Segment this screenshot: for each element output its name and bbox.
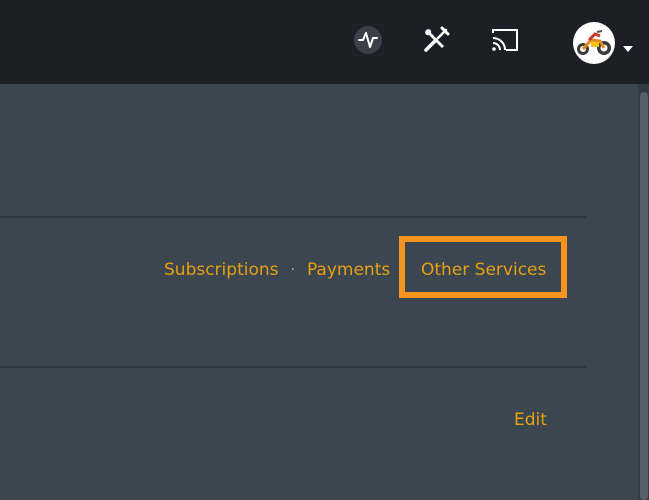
- cast-icon: [490, 27, 520, 57]
- highlight-box: [399, 236, 567, 298]
- section-divider: [0, 216, 587, 218]
- account-nav: Subscriptions · Payments: [164, 258, 390, 282]
- avatar: [573, 22, 615, 64]
- settings-tools-button[interactable]: [420, 26, 452, 58]
- edit-link[interactable]: Edit: [514, 408, 547, 432]
- user-menu[interactable]: [573, 22, 637, 64]
- scrollbar-thumb[interactable]: [640, 92, 648, 500]
- chevron-down-icon: [623, 38, 633, 57]
- nav-separator: ·: [290, 262, 295, 278]
- section-divider: [0, 366, 587, 368]
- payments-link[interactable]: Payments: [307, 260, 390, 280]
- activity-button[interactable]: [352, 26, 384, 58]
- top-bar: [0, 0, 649, 84]
- cast-button[interactable]: [489, 26, 521, 58]
- tools-icon: [422, 26, 450, 58]
- activity-icon: [353, 25, 383, 59]
- subscriptions-link[interactable]: Subscriptions: [164, 260, 278, 280]
